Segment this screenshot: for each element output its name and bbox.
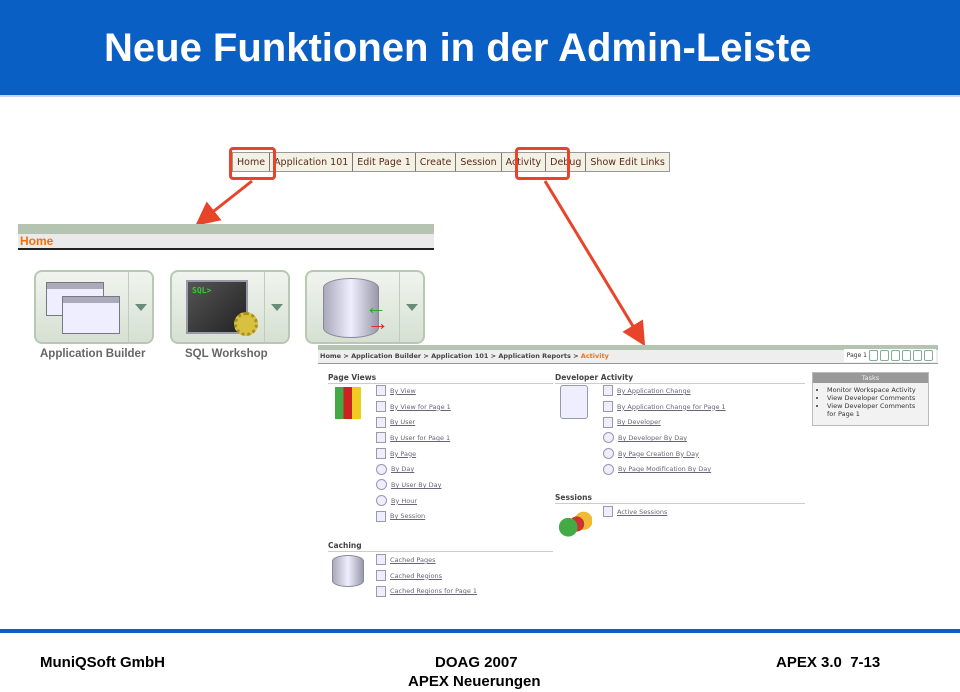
pencil-edit-icon	[560, 385, 588, 419]
search-icon[interactable]	[880, 350, 889, 361]
link-by-view[interactable]: By View	[376, 383, 451, 399]
report-icon	[603, 385, 613, 397]
crumb-application[interactable]: Application 101	[431, 352, 488, 360]
page-views-links: By View By View for Page 1 By User By Us…	[376, 383, 451, 524]
link-by-page[interactable]: By Page	[376, 446, 451, 462]
highlight-activity	[515, 147, 570, 180]
link-by-user[interactable]: By User	[376, 414, 451, 430]
link-by-hour[interactable]: By Hour	[376, 493, 451, 509]
clock-icon	[603, 448, 614, 460]
clock-icon	[376, 479, 387, 491]
tab-show-edit-links[interactable]: Show Edit Links	[586, 153, 668, 171]
users-icon	[558, 508, 592, 540]
tasks-title: Tasks	[813, 373, 928, 383]
highlight-home	[229, 147, 276, 180]
arrow-to-activity	[543, 180, 646, 347]
link-cached-pages[interactable]: Cached Pages	[376, 552, 477, 568]
link-by-day[interactable]: By Day	[376, 461, 451, 477]
sql-workshop-label: SQL Workshop	[185, 348, 268, 360]
link-by-application-change-page-1[interactable]: By Application Change for Page 1	[603, 399, 726, 415]
page-icon[interactable]	[902, 350, 911, 361]
tab-create[interactable]: Create	[416, 153, 457, 171]
report-icon	[603, 416, 613, 428]
report-icon	[376, 570, 386, 582]
tab-session[interactable]: Session	[456, 153, 502, 171]
gear-icon	[234, 312, 258, 336]
crumb-app-reports[interactable]: Application Reports	[498, 352, 570, 360]
data-utilities-tile[interactable]: ← →	[305, 270, 425, 344]
report-icon	[376, 432, 386, 444]
footer-event: DOAG 2007	[435, 654, 518, 671]
caching-links: Cached Pages Cached Regions Cached Regio…	[376, 552, 477, 599]
bar-chart-icon	[335, 387, 361, 419]
chevron-down-icon[interactable]	[399, 272, 423, 342]
activity-screenshot: Home > Application Builder > Application…	[318, 345, 938, 603]
link-by-user-by-day[interactable]: By User By Day	[376, 477, 451, 493]
report-icon	[376, 554, 386, 566]
cache-database-icon	[332, 555, 364, 587]
link-by-application-change[interactable]: By Application Change	[603, 383, 726, 399]
report-icon	[376, 585, 386, 597]
clock-icon	[376, 463, 387, 475]
page-toolbar: Page 1	[843, 349, 936, 362]
footer-divider	[0, 629, 960, 633]
clock-icon	[603, 432, 614, 444]
link-by-developer[interactable]: By Developer	[603, 414, 726, 430]
footer-page: APEX 3.0 7-13	[776, 654, 881, 671]
report-icon	[603, 401, 613, 413]
session-icon	[376, 510, 386, 522]
developer-activity-links: By Application Change By Application Cha…	[603, 383, 726, 477]
sql-workshop-tile[interactable]: SQL>	[170, 270, 290, 344]
tasks-panel: Tasks Monitor Workspace Activity View De…	[812, 372, 929, 426]
link-active-sessions[interactable]: Active Sessions	[603, 504, 667, 520]
crumb-current: Activity	[580, 352, 609, 360]
sessions-title: Sessions	[555, 493, 805, 504]
arrow-to-home	[195, 179, 253, 226]
lock-icon[interactable]	[869, 350, 878, 361]
report-icon	[376, 448, 386, 460]
report-icon	[376, 416, 386, 428]
report-icon	[376, 401, 386, 413]
application-builder-tile[interactable]	[34, 270, 154, 344]
admin-bar: Home Application 101 Edit Page 1 Create …	[232, 152, 670, 172]
gear-icon[interactable]	[891, 350, 900, 361]
clock-icon	[603, 463, 614, 475]
task-view-developer-comments-page-1[interactable]: View Developer Comments for Page 1	[827, 402, 925, 418]
session-icon	[603, 506, 613, 518]
link-by-user-page-1[interactable]: By User for Page 1	[376, 430, 451, 446]
task-monitor-workspace-activity[interactable]: Monitor Workspace Activity	[827, 386, 925, 394]
footer-subtitle: APEX Neuerungen	[408, 673, 541, 690]
chevron-down-icon[interactable]	[264, 272, 288, 342]
tab-edit-page[interactable]: Edit Page 1	[353, 153, 416, 171]
caching-title: Caching	[328, 541, 553, 552]
home-header: Home	[18, 234, 434, 250]
crumb-app-builder[interactable]: Application Builder	[351, 352, 421, 360]
crumb-home[interactable]: Home	[320, 352, 341, 360]
tab-application[interactable]: Application 101	[270, 153, 354, 171]
link-by-page-modification-by-day[interactable]: By Page Modification By Day	[603, 461, 726, 477]
sessions-links: Active Sessions	[603, 504, 667, 520]
clock-icon	[376, 495, 387, 507]
report-icon	[376, 385, 386, 397]
arrow-right-icon: →	[367, 310, 389, 335]
link-by-page-creation-by-day[interactable]: By Page Creation By Day	[603, 446, 726, 462]
page-indicator: Page 1	[846, 352, 867, 359]
link-cached-regions-page-1[interactable]: Cached Regions for Page 1	[376, 583, 477, 599]
task-view-developer-comments[interactable]: View Developer Comments	[827, 394, 925, 402]
slide-title-bar: Neue Funktionen in der Admin-Leiste	[0, 0, 960, 97]
link-by-session[interactable]: By Session	[376, 509, 451, 525]
footer-company: MuniQSoft GmbH	[40, 654, 165, 671]
slide-title: Neue Funktionen in der Admin-Leiste	[104, 26, 812, 70]
comment-icon[interactable]	[913, 350, 922, 361]
check-icon[interactable]	[924, 350, 933, 361]
link-by-view-page-1[interactable]: By View for Page 1	[376, 399, 451, 415]
application-builder-label: Application Builder	[40, 348, 146, 360]
link-cached-regions[interactable]: Cached Regions	[376, 568, 477, 584]
chevron-down-icon[interactable]	[128, 272, 152, 342]
link-by-developer-by-day[interactable]: By Developer By Day	[603, 430, 726, 446]
